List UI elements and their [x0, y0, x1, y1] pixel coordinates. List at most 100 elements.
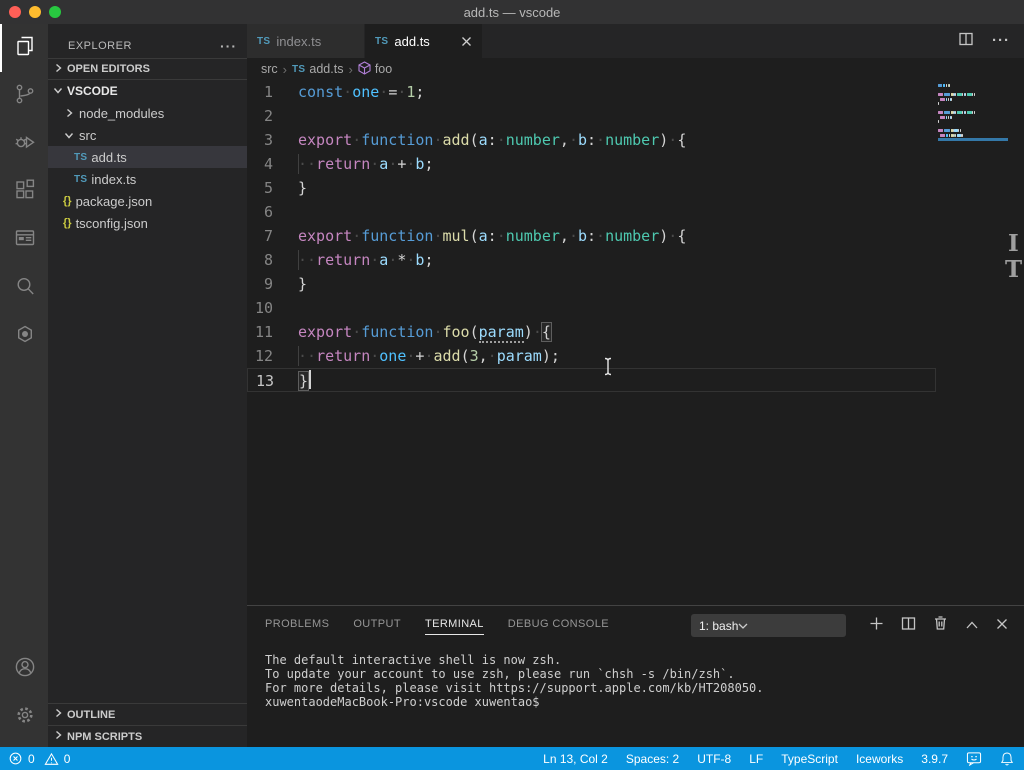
tree-item-package-json[interactable]: {}package.json: [48, 190, 247, 212]
minimap[interactable]: [938, 84, 1008, 143]
minimap-line: [938, 107, 1008, 110]
code-line-6[interactable]: 6: [247, 200, 936, 224]
code-line-13[interactable]: 13}: [247, 368, 936, 392]
code-token: function: [361, 227, 433, 245]
status-ln-13-col-2[interactable]: Ln 13, Col 2: [543, 752, 608, 766]
outline-section[interactable]: OUTLINE: [48, 703, 247, 725]
tree-item-src[interactable]: src: [48, 124, 247, 146]
status-lf[interactable]: LF: [749, 752, 763, 766]
line-number: 10: [247, 296, 298, 320]
activitybar-explorer[interactable]: [0, 24, 48, 72]
code-line-1[interactable]: 1const·one·=·1;: [247, 80, 936, 104]
activitybar-app-window[interactable]: [0, 216, 48, 264]
code-line-2[interactable]: 2: [247, 104, 936, 128]
status-typescript[interactable]: TypeScript: [781, 752, 838, 766]
code-token: param: [497, 347, 542, 365]
code-line-4[interactable]: 4··return·a·+·b;: [247, 152, 936, 176]
panel-tab-output[interactable]: OUTPUT: [353, 618, 401, 635]
warnings-icon[interactable]: [44, 752, 59, 766]
code-content: ··return·one·+·add(3,·param);: [298, 344, 560, 368]
terminal-line: To update your account to use zsh, pleas…: [265, 667, 1024, 681]
status-iceworks[interactable]: Iceworks: [856, 752, 903, 766]
code-line-11[interactable]: 11export·function·foo(param)·{: [247, 320, 936, 344]
code-token: ,: [479, 347, 488, 365]
status-spaces-2[interactable]: Spaces: 2: [626, 752, 679, 766]
minimap-line: [938, 111, 1008, 114]
split-editor-button[interactable]: [958, 31, 974, 52]
code-token: :: [488, 227, 497, 245]
code-line-5[interactable]: 5}: [247, 176, 936, 200]
chevron-separator-icon: ›: [348, 62, 352, 77]
chevron-separator-icon: ›: [283, 62, 287, 77]
minimap-current-line: [938, 138, 1008, 141]
tree-item-label: tsconfig.json: [76, 216, 148, 231]
npm-scripts-section[interactable]: NPM SCRIPTS: [48, 725, 247, 747]
editor-tab-index-ts[interactable]: TSindex.ts: [247, 24, 365, 58]
chevron-down-icon: [52, 84, 64, 99]
open-editors-section[interactable]: OPEN EDITORS: [48, 58, 247, 80]
warnings-count[interactable]: 0: [64, 752, 71, 766]
feedback-smiley-icon[interactable]: [966, 751, 982, 766]
editor-more-actions-button[interactable]: ···: [992, 36, 1010, 46]
close-tab-icon[interactable]: [461, 36, 472, 47]
activitybar-iceworks[interactable]: [0, 312, 48, 360]
split-terminal-button[interactable]: [901, 616, 916, 636]
explorer-more-actions-button[interactable]: ···: [220, 41, 237, 51]
title-bar: add.ts — vscode: [0, 0, 1024, 24]
code-line-3[interactable]: 3export·function·add(a:·number,·b:·numbe…: [247, 128, 936, 152]
activitybar-source-control[interactable]: [0, 72, 48, 120]
errors-count[interactable]: 0: [28, 752, 35, 766]
tree-item-index-ts[interactable]: TSindex.ts: [48, 168, 247, 190]
whitespace-dots: ·: [433, 131, 442, 149]
errors-icon[interactable]: [8, 751, 23, 766]
code-token: {: [677, 227, 686, 245]
panel-tab-debug-console[interactable]: DEBUG CONSOLE: [508, 618, 609, 635]
activitybar-search[interactable]: [0, 264, 48, 312]
terminal-output[interactable]: The default interactive shell is now zsh…: [247, 635, 1024, 709]
code-line-8[interactable]: 8··return·a·*·b;: [247, 248, 936, 272]
whitespace-dots: ··: [298, 347, 316, 365]
kill-terminal-trash-button[interactable]: [933, 615, 948, 636]
code-token: add: [433, 347, 460, 365]
panel-tab-terminal[interactable]: TERMINAL: [425, 618, 484, 635]
breadcrumb-file[interactable]: TS add.ts: [292, 62, 343, 76]
workspace-root-folder[interactable]: VSCODE: [48, 80, 247, 102]
code-token: ,: [560, 131, 569, 149]
chevron-right-icon: [52, 729, 64, 744]
code-token: ;: [424, 251, 433, 269]
code-token: return: [316, 155, 370, 173]
json-file-icon: {}: [63, 217, 72, 229]
tree-item-node_modules[interactable]: node_modules: [48, 102, 247, 124]
whitespace-dots: ·: [533, 323, 542, 341]
maximize-panel-button[interactable]: [965, 617, 979, 635]
bottom-panel: PROBLEMS OUTPUT TERMINAL DEBUG CONSOLE 1: b…: [247, 605, 1024, 747]
status-3-9-7[interactable]: 3.9.7: [921, 752, 948, 766]
notifications-bell-icon[interactable]: [1000, 751, 1014, 766]
activitybar-settings[interactable]: [0, 693, 48, 741]
code-line-10[interactable]: 10: [247, 296, 936, 320]
code-token: const: [298, 83, 343, 101]
line-number: 3: [247, 128, 298, 152]
breadcrumb-symbol-foo[interactable]: foo: [358, 61, 392, 78]
code-content: export·function·mul(a:·number,·b:·number…: [298, 224, 686, 248]
new-terminal-button[interactable]: [869, 616, 884, 636]
code-line-9[interactable]: 9}: [247, 272, 936, 296]
panel-tab-problems[interactable]: PROBLEMS: [265, 618, 329, 635]
code-line-12[interactable]: 12··return·one·+·add(3,·param);: [247, 344, 936, 368]
close-panel-button[interactable]: [996, 617, 1008, 635]
activitybar-extensions[interactable]: [0, 168, 48, 216]
activitybar-accounts[interactable]: [0, 645, 48, 693]
status-utf-8[interactable]: UTF-8: [697, 752, 731, 766]
code-editor[interactable]: 1const·one·=·1;23export·function·add(a:·…: [247, 80, 1024, 605]
activitybar-run-debug[interactable]: [0, 120, 48, 168]
whitespace-dots: ·: [488, 347, 497, 365]
tree-item-add-ts[interactable]: TSadd.ts: [48, 146, 247, 168]
line-number: 5: [247, 176, 298, 200]
editor-tab-add-ts[interactable]: TSadd.ts: [365, 24, 483, 58]
code-token: ): [542, 347, 551, 365]
terminal-select-dropdown[interactable]: 1: bash: [691, 614, 846, 637]
breadcrumb-src[interactable]: src: [261, 62, 278, 76]
tree-item-tsconfig-json[interactable]: {} tsconfig.json: [48, 212, 247, 234]
minimap-line: [938, 98, 1008, 101]
code-line-7[interactable]: 7export·function·mul(a:·number,·b:·numbe…: [247, 224, 936, 248]
